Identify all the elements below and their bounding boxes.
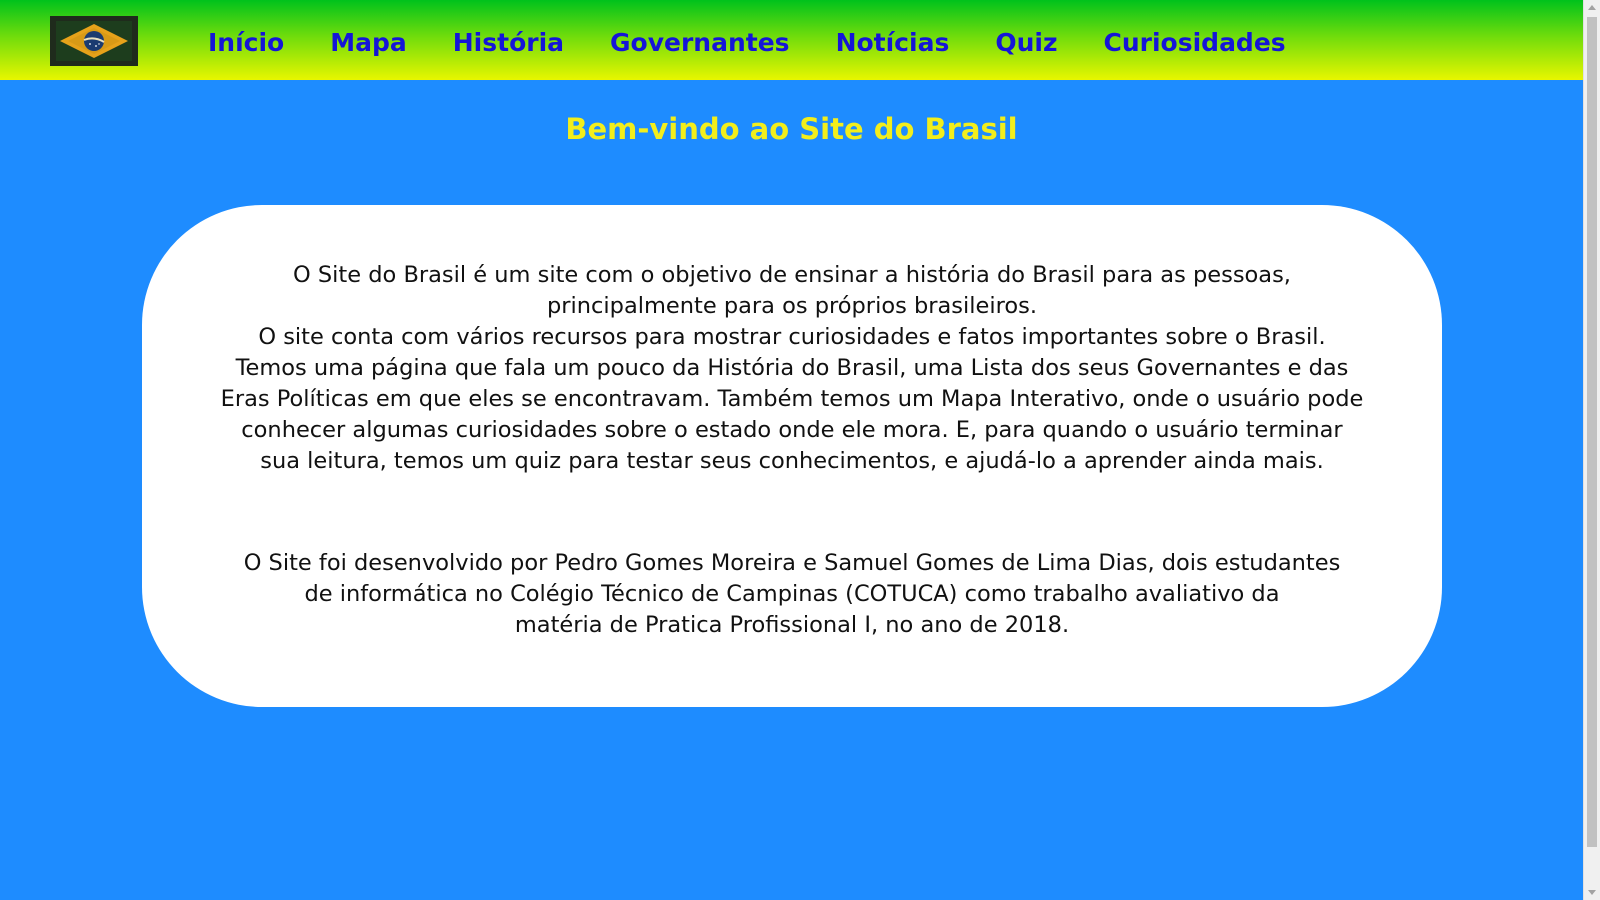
- flag-graphic: [50, 16, 138, 66]
- intro-paragraph: O Site do Brasil é um site com o objetiv…: [162, 260, 1422, 477]
- intro-line: principalmente para os próprios brasilei…: [547, 293, 1037, 319]
- nav-item-inicio[interactable]: Início: [208, 28, 284, 57]
- scroll-down-icon[interactable]: [1588, 890, 1596, 895]
- intro-line: sua leitura, temos um quiz para testar s…: [260, 448, 1324, 474]
- scrollbar-thumb[interactable]: [1587, 17, 1597, 847]
- intro-line: Eras Políticas em que eles se encontrava…: [220, 386, 1364, 412]
- credits-line: de informática no Colégio Técnico de Cam…: [304, 581, 1280, 607]
- nav-item-noticias[interactable]: Notícias: [836, 28, 950, 57]
- nav-item-curiosidades[interactable]: Curiosidades: [1104, 28, 1286, 57]
- intro-line: O Site do Brasil é um site com o objetiv…: [293, 262, 1291, 288]
- intro-card: O Site do Brasil é um site com o objetiv…: [142, 205, 1442, 707]
- scroll-up-icon[interactable]: [1588, 5, 1596, 10]
- credits-line: matéria de Pratica Profissional I, no an…: [514, 612, 1070, 638]
- credits-line: O Site foi desenvolvido por Pedro Gomes …: [243, 550, 1341, 576]
- intro-line: conhecer algumas curiosidades sobre o es…: [241, 417, 1343, 443]
- vertical-scrollbar[interactable]: [1583, 0, 1600, 900]
- main-nav: Início Mapa História Governantes Notícia…: [208, 20, 1286, 64]
- header-bar: Início Mapa História Governantes Notícia…: [0, 0, 1583, 80]
- nav-item-quiz[interactable]: Quiz: [995, 28, 1057, 57]
- nav-item-governantes[interactable]: Governantes: [610, 28, 790, 57]
- page-title: Bem-vindo ao Site do Brasil: [565, 112, 1018, 146]
- credits-paragraph: O Site foi desenvolvido por Pedro Gomes …: [162, 548, 1422, 641]
- brazil-flag-icon[interactable]: [50, 16, 138, 66]
- intro-line: O site conta com vários recursos para mo…: [258, 324, 1326, 350]
- nav-item-historia[interactable]: História: [453, 28, 564, 57]
- intro-line: Temos uma página que fala um pouco da Hi…: [235, 355, 1349, 381]
- nav-item-mapa[interactable]: Mapa: [330, 28, 407, 57]
- page: Início Mapa História Governantes Notícia…: [0, 0, 1583, 900]
